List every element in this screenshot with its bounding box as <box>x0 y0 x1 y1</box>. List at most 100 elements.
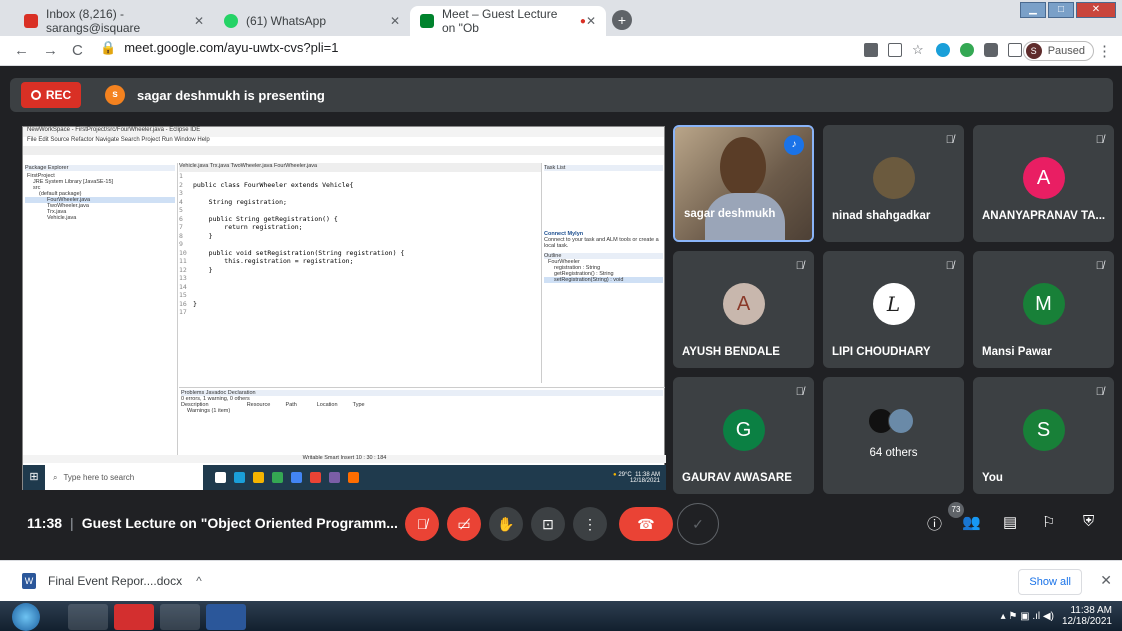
word-taskbar-icon[interactable] <box>206 604 246 630</box>
code-line: 6 public String getRegistration() { <box>179 215 541 224</box>
others-avatars <box>867 408 914 435</box>
info-icon[interactable]: ⓘ <box>927 513 942 534</box>
code-line: 2 public class FourWheeler extends Vehicl… <box>179 181 541 190</box>
app-icon <box>253 472 264 483</box>
mi-taskbar-icon[interactable] <box>114 604 154 630</box>
code-line: 5 <box>179 206 541 215</box>
hang-up-icon: ☎ <box>637 516 655 532</box>
chevron-up-icon[interactable]: ^ <box>196 574 202 588</box>
download-item[interactable]: W Final Event Repor....docx ^ <box>22 573 202 589</box>
clock-date: 12/18/2021 <box>1061 616 1112 627</box>
code-line: 1 <box>179 172 541 181</box>
app-icon <box>348 472 359 483</box>
share-icon[interactable] <box>888 43 902 57</box>
check-icon: ✓ <box>692 516 704 532</box>
tab-whatsapp[interactable]: (61) WhatsApp ✕ <box>214 6 410 36</box>
forward-icon[interactable]: → <box>43 42 58 59</box>
line-number: 17 <box>179 308 187 316</box>
participant-tile[interactable]: 🎙̸ G GAURAV AWASARE <box>673 377 814 494</box>
code-text: public class FourWheeler extends Vehicle… <box>193 180 354 189</box>
explorer-taskbar-icon[interactable] <box>68 604 108 630</box>
chat-icon[interactable]: ▤ <box>1003 513 1017 531</box>
meet-icon <box>420 14 434 28</box>
reload-icon[interactable]: C <box>72 42 83 59</box>
back-icon[interactable]: ← <box>14 42 29 59</box>
line-number: 9 <box>179 240 183 248</box>
cast-icon[interactable] <box>1008 43 1022 57</box>
mic-off-icon: 🎙̸ <box>1095 260 1104 272</box>
chrome-taskbar-icon[interactable] <box>160 604 200 630</box>
app-icon <box>272 472 283 483</box>
close-tab-icon[interactable]: ✕ <box>390 14 400 28</box>
host-controls-icon[interactable]: ⛨ <box>1083 513 1094 530</box>
line-number: 11 <box>179 257 187 265</box>
mic-toggle-button[interactable]: 🎙̸ <box>405 507 439 541</box>
avatar-photo <box>872 156 915 199</box>
code-line: 17 <box>179 308 541 317</box>
show-all-button[interactable]: Show all <box>1018 569 1082 595</box>
tab-gmail[interactable]: Inbox (8,216) - sarangs@isquare ✕ <box>14 6 214 36</box>
code-line: 15 <box>179 291 541 300</box>
close-tab-icon[interactable]: ✕ <box>194 14 204 28</box>
line-number: 15 <box>179 291 187 299</box>
participant-tile-self[interactable]: 🎙̸ S You <box>973 377 1114 494</box>
taskbar-search-placeholder: Type here to search <box>63 473 135 482</box>
bookmark-star-icon[interactable]: ☆ <box>912 43 926 57</box>
present-button[interactable]: ⊡ <box>531 507 565 541</box>
pkg-item: Vehicle.java <box>47 215 77 221</box>
code-line: 10 public void setRegistration(String re… <box>179 249 541 258</box>
puzzle-icon[interactable] <box>984 43 998 57</box>
windows-start-icon: ⊞ <box>29 471 39 483</box>
package-explorer-title: Package Explorer <box>25 165 175 171</box>
participant-tile[interactable]: ♪ sagar deshmukh <box>673 125 814 242</box>
participant-tile[interactable]: 🎙̸ L LIPI CHOUDHARY <box>823 251 964 368</box>
others-tile[interactable]: 64 others <box>823 377 964 494</box>
tab-meet[interactable]: Meet – Guest Lecture on "Ob ● ✕ <box>410 6 606 36</box>
close-tab-icon[interactable]: ✕ <box>586 14 596 28</box>
participant-tile[interactable]: 🎙̸ M Mansi Pawar <box>973 251 1114 368</box>
face <box>720 137 766 197</box>
code-line: 7 return registration; <box>179 223 541 232</box>
mic-off-icon: 🎙̸ <box>795 386 804 398</box>
app-icon <box>329 472 340 483</box>
extension-icon[interactable] <box>960 43 974 57</box>
participant-tile[interactable]: 🎙̸ A AYUSH BENDALE <box>673 251 814 368</box>
maximize-button[interactable]: □ <box>1048 2 1074 18</box>
word-doc-icon: W <box>22 573 36 589</box>
raise-hand-button[interactable]: ✋ <box>489 507 523 541</box>
minimize-button[interactable]: ▁ <box>1020 2 1046 18</box>
people-icon[interactable]: 👥 <box>962 513 981 531</box>
leave-call-button[interactable]: ☎ <box>619 507 673 541</box>
shared-windows-taskbar: ⊞ ⌕ Type here to search ● 29°C 11:38 AM … <box>23 465 666 490</box>
url-field[interactable]: 🔒 meet.google.com/ayu-uwtx-cvs?pli=1 <box>100 40 338 56</box>
profile-button[interactable]: S Paused <box>1022 41 1094 61</box>
more-options-button[interactable]: ⋮ <box>573 507 607 541</box>
camera-indicator-icon[interactable] <box>864 43 878 57</box>
check-button[interactable]: ✓ <box>677 503 719 545</box>
participant-tile[interactable]: 🎙̸ A ANANYAPRANAV TA... <box>973 125 1114 242</box>
gmail-icon <box>24 14 38 28</box>
meeting-title: Guest Lecture on "Object Oriented Progra… <box>81 515 398 531</box>
line-number: 4 <box>179 197 183 206</box>
start-orb-icon[interactable] <box>12 603 40 631</box>
extension-icons: ☆ <box>864 43 1022 57</box>
editor-tabs: Vehicle.java Trx.java TwoWheeler.java Fo… <box>179 163 541 172</box>
problems-row: Warnings (1 item) <box>187 408 231 414</box>
rec-label: REC <box>45 88 72 102</box>
code-text: } <box>193 231 213 240</box>
close-window-button[interactable]: ✕ <box>1076 2 1116 18</box>
avatar: s <box>105 85 125 105</box>
participant-name: ANANYAPRANAV TA... <box>982 210 1106 222</box>
close-icon[interactable]: ✕ <box>1100 572 1112 589</box>
record-icon <box>30 90 41 100</box>
new-tab-button[interactable]: + <box>612 10 632 30</box>
more-menu-icon[interactable]: ⋮ <box>1097 42 1112 60</box>
participant-tile[interactable]: 🎙̸ ninad shahgadkar <box>823 125 964 242</box>
extension-icon[interactable] <box>936 43 950 57</box>
activities-icon[interactable]: ⚐ <box>1042 513 1055 531</box>
code-lines: 1 2 public class FourWheeler extends Vehic… <box>179 172 541 317</box>
package-explorer: Package Explorer FirstProject JRE System… <box>23 163 178 455</box>
hand-icon: ✋ <box>497 516 515 532</box>
camera-toggle-button[interactable]: ▭̸ <box>447 507 481 541</box>
outline-panel: Task List Connect Mylyn Connect to your … <box>541 163 665 383</box>
